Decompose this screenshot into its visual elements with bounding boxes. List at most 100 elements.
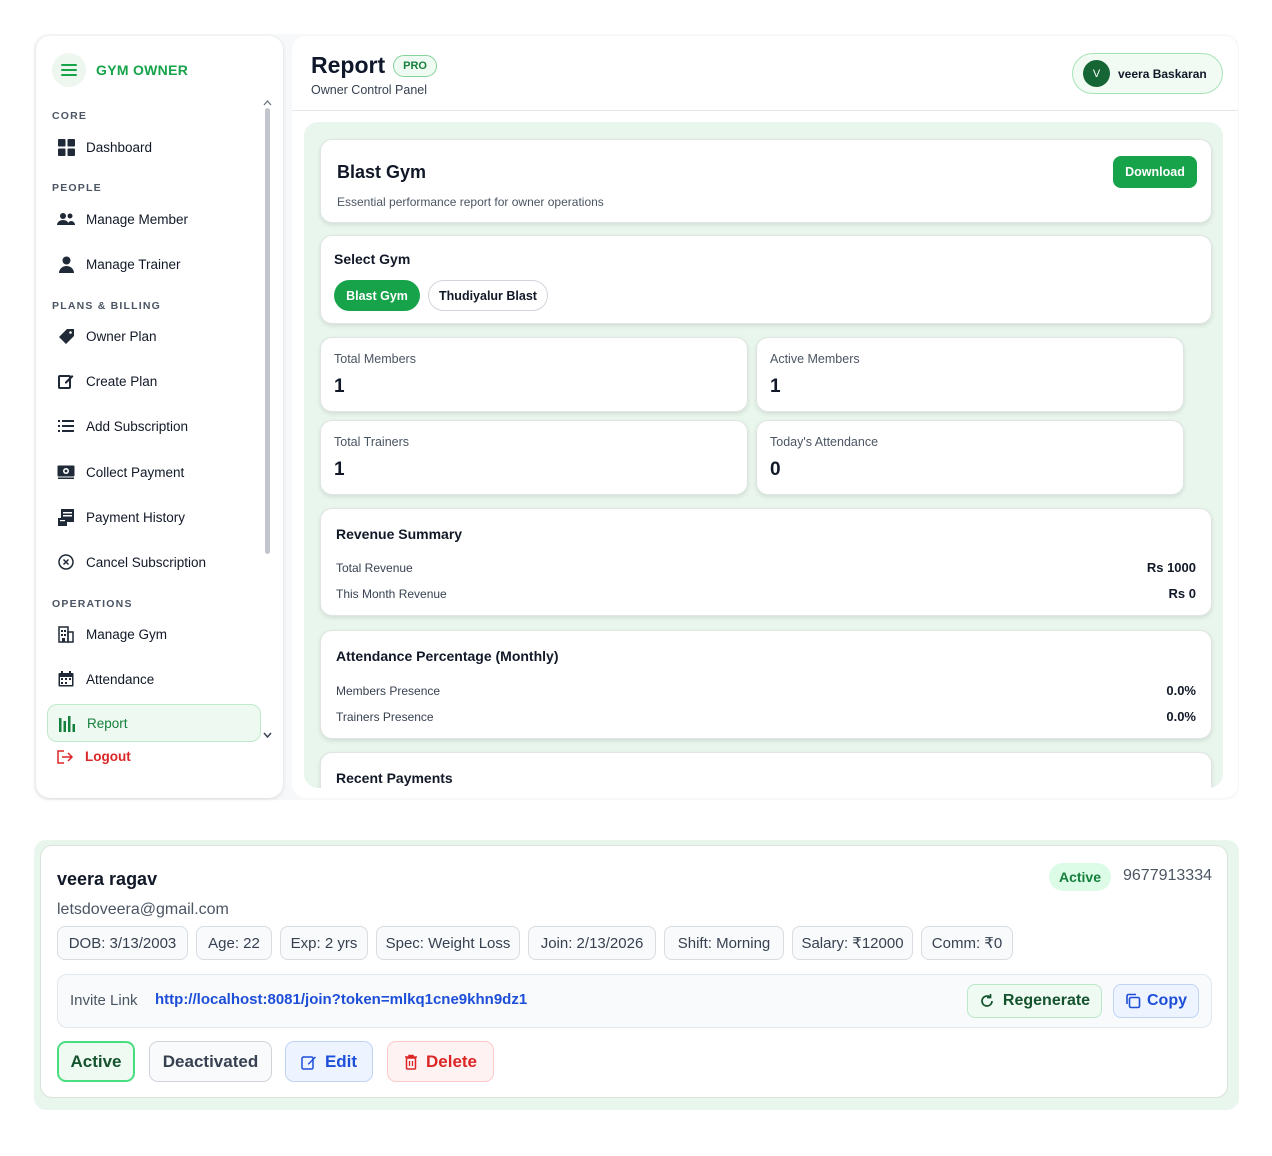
- money-icon: [57, 463, 75, 481]
- edit-label: Edit: [324, 1051, 358, 1071]
- menu-toggle-button[interactable]: [52, 53, 86, 87]
- edit-icon: [57, 372, 75, 390]
- sidebar-item-label: Add Subscription: [86, 418, 189, 434]
- sidebar-item-label: Manage Member: [86, 211, 189, 227]
- revenue-title: Revenue Summary: [336, 526, 463, 542]
- sidebar-item-label: Payment History: [86, 509, 186, 525]
- refresh-icon: [981, 994, 993, 1007]
- user-name: veera Baskaran: [1118, 66, 1207, 81]
- stat-card-total-members: Total Members 1: [320, 337, 748, 412]
- sidebar-item-label: Manage Trainer: [86, 256, 181, 272]
- info-tag-join-date: Join: 2/13/2026: [528, 926, 656, 960]
- recent-payments-title: Recent Payments: [336, 770, 453, 786]
- invite-link-box: Invite Link http://localhost:8081/join?t…: [57, 974, 1212, 1028]
- delete-button[interactable]: Delete: [387, 1041, 494, 1082]
- status-badge: Active: [1049, 863, 1111, 891]
- stat-value: 1: [770, 376, 781, 397]
- sidebar-item-report[interactable]: Report: [47, 704, 261, 742]
- sidebar-item-dashboard[interactable]: Dashboard: [47, 129, 261, 165]
- calendar-icon: [57, 670, 75, 688]
- select-gym-title: Select Gym: [334, 251, 411, 267]
- scroll-down-icon[interactable]: [263, 732, 272, 738]
- trainer-phone: 9677913334: [1123, 867, 1212, 884]
- stat-label: Total Members: [334, 352, 416, 366]
- trainer-email: letsdoveera@gmail.com: [57, 901, 229, 918]
- section-operations: OPERATIONS: [52, 598, 133, 610]
- logout-button[interactable]: Logout: [57, 749, 131, 764]
- copy-button[interactable]: Copy: [1113, 984, 1199, 1018]
- stat-card-active-members: Active Members 1: [756, 337, 1184, 412]
- sidebar-item-label: Collect Payment: [86, 464, 185, 480]
- attendance-percentage-card: Attendance Percentage (Monthly) Members …: [320, 630, 1212, 739]
- sidebar-item-manage-member[interactable]: Manage Member: [47, 201, 261, 237]
- activate-button[interactable]: Active: [57, 1041, 135, 1082]
- section-people: PEOPLE: [52, 182, 102, 194]
- gym-option-thudiyalur-blast[interactable]: Thudiyalur Blast: [428, 280, 548, 311]
- deactivate-button[interactable]: Deactivated: [149, 1041, 272, 1082]
- sidebar-item-label: Manage Gym: [86, 626, 168, 642]
- attendance-title: Attendance Percentage (Monthly): [336, 648, 559, 664]
- copy-label: Copy: [1147, 992, 1187, 1009]
- sidebar-item-add-subscription[interactable]: Add Subscription: [47, 408, 261, 444]
- regenerate-button[interactable]: Regenerate: [967, 984, 1102, 1018]
- avatar: V: [1083, 60, 1110, 87]
- pro-badge: PRO: [393, 54, 437, 77]
- building-icon: [57, 625, 75, 643]
- attendance-row-label: Trainers Presence: [336, 710, 434, 724]
- download-button[interactable]: Download: [1113, 156, 1197, 188]
- stat-value: 1: [334, 459, 345, 480]
- page-subtitle: Owner Control Panel: [311, 83, 428, 97]
- delete-label: Delete: [425, 1051, 478, 1071]
- sidebar-scroll-thumb[interactable]: [265, 108, 270, 554]
- info-tag-experience: Exp: 2 yrs: [280, 926, 368, 960]
- recent-payments-card: Recent Payments: [320, 752, 1212, 788]
- sidebar-nav: CORE Dashboard PEOPLE Manage Member Mana…: [47, 106, 265, 778]
- edit-button[interactable]: Edit: [285, 1041, 373, 1082]
- revenue-row-value: Rs 1000: [1146, 560, 1196, 575]
- user-menu[interactable]: V veera Baskaran: [1072, 53, 1223, 94]
- page-title: Report: [311, 52, 386, 78]
- sidebar-item-label: Create Plan: [86, 373, 158, 389]
- receipt-icon: [57, 508, 75, 526]
- sidebar-item-owner-plan[interactable]: Owner Plan: [47, 318, 261, 354]
- gym-option-blast-gym[interactable]: Blast Gym: [334, 280, 420, 311]
- tag-icon: [57, 327, 75, 345]
- copy-icon: [1126, 993, 1141, 1009]
- sidebar-item-manage-gym[interactable]: Manage Gym: [47, 616, 261, 652]
- page-header: Report PRO: [311, 52, 437, 79]
- attendance-row-label: Members Presence: [336, 684, 441, 698]
- info-tag-specialization: Spec: Weight Loss: [376, 926, 520, 960]
- revenue-row-label: Total Revenue: [336, 561, 413, 575]
- revenue-summary-card: Revenue Summary Total Revenue Rs 1000 Th…: [320, 508, 1212, 616]
- stat-value: 1: [334, 376, 345, 397]
- invite-link-label: Invite Link: [70, 992, 138, 1009]
- trash-icon: [404, 1054, 417, 1070]
- logout-icon: [57, 749, 74, 764]
- sidebar-item-payment-history[interactable]: Payment History: [47, 499, 261, 535]
- bar-chart-icon: [58, 714, 76, 732]
- brand: GYM OWNER: [52, 52, 188, 88]
- gym-name: Blast Gym: [337, 162, 427, 182]
- sidebar-item-create-plan[interactable]: Create Plan: [47, 363, 261, 399]
- edit-icon: [301, 1055, 316, 1070]
- sidebar-item-label: Owner Plan: [86, 328, 157, 344]
- grid-icon: [57, 138, 75, 156]
- users-icon: [57, 210, 75, 228]
- revenue-row-label: This Month Revenue: [336, 587, 447, 601]
- stat-card-todays-attendance: Today's Attendance 0: [756, 420, 1184, 495]
- sidebar-item-collect-payment[interactable]: Collect Payment: [47, 454, 261, 490]
- sidebar-item-attendance[interactable]: Attendance: [47, 661, 261, 697]
- sidebar-item-label: Cancel Subscription: [86, 554, 207, 570]
- report-content[interactable]: Blast Gym Essential performance report f…: [304, 122, 1223, 788]
- cancel-circle-icon: [57, 553, 75, 571]
- stat-label: Today's Attendance: [770, 435, 879, 449]
- header-divider: [292, 110, 1238, 111]
- invite-link-url[interactable]: http://localhost:8081/join?token=mlkq1cn…: [155, 991, 527, 1008]
- select-gym-card: Select Gym Blast Gym Thudiyalur Blast: [320, 235, 1212, 324]
- sidebar-item-cancel-subscription[interactable]: Cancel Subscription: [47, 544, 261, 580]
- sidebar-item-manage-trainer[interactable]: Manage Trainer: [47, 246, 261, 282]
- info-tag-salary: Salary: ₹12000: [792, 926, 913, 960]
- section-core: CORE: [52, 110, 88, 122]
- scroll-up-icon[interactable]: [263, 100, 272, 106]
- stat-value: 0: [770, 459, 781, 480]
